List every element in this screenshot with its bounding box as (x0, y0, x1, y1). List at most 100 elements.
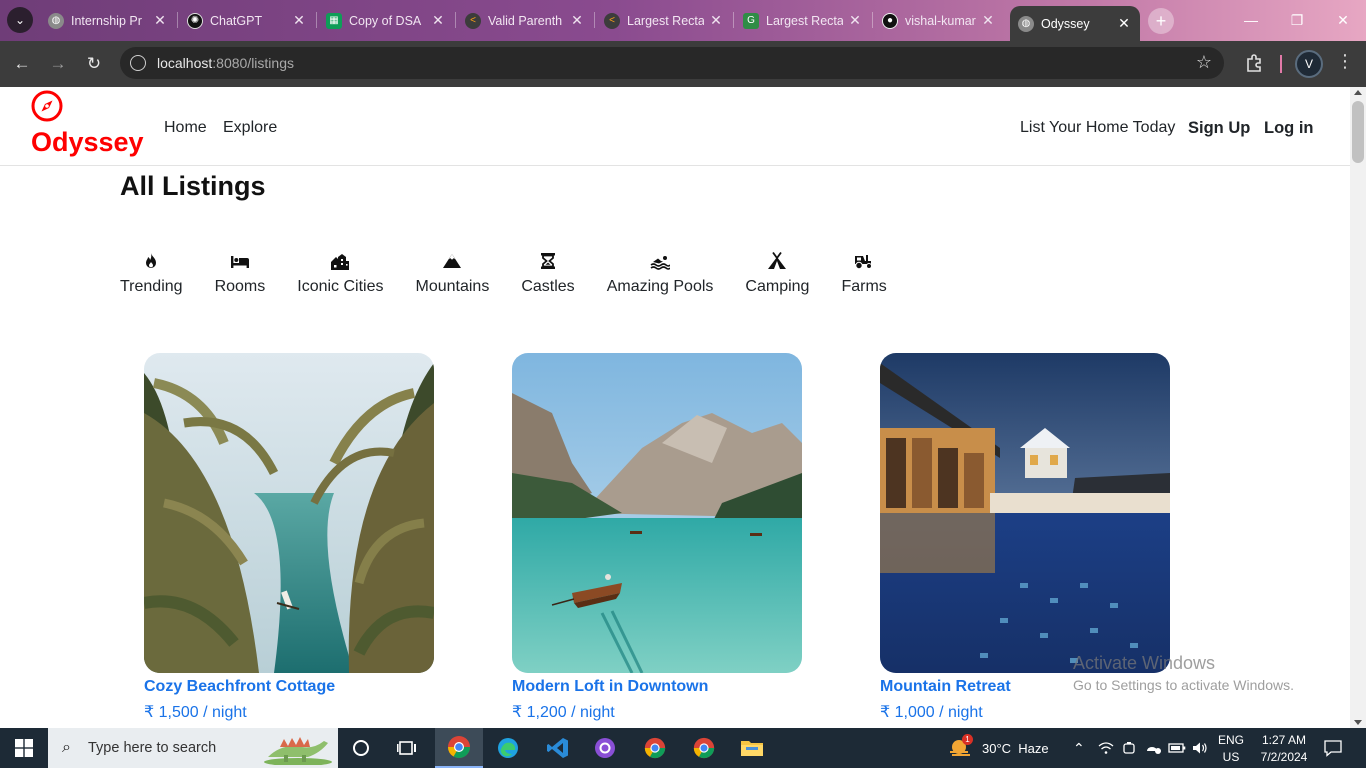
nav-explore-link[interactable]: Explore (223, 119, 277, 137)
windows-taskbar: ⌕ Type here to search 1 30°C Haze ⌃ ENG … (0, 728, 1366, 768)
chrome-icon (448, 736, 470, 758)
filter-farms[interactable]: Farms (841, 251, 887, 296)
tab-separator (872, 12, 873, 28)
weather-text: 30°C Haze (982, 740, 1049, 756)
wifi-icon[interactable] (1098, 728, 1114, 768)
taskbar-file-explorer[interactable] (729, 728, 775, 768)
filter-mountains[interactable]: Mountains (416, 251, 489, 296)
region-text: US (1222, 750, 1240, 764)
taskbar-search-box[interactable]: ⌕ Type here to search (48, 728, 338, 768)
listing-image[interactable] (144, 353, 434, 673)
restore-button[interactable]: ❐ (1274, 8, 1320, 32)
compass-icon (31, 90, 63, 122)
taskbar-vscode[interactable] (535, 728, 581, 768)
filter-castles[interactable]: Castles (521, 251, 575, 296)
battery-icon[interactable] (1168, 728, 1186, 768)
filter-label: Iconic Cities (297, 278, 384, 295)
castle-icon (541, 253, 555, 269)
page-scrollbar[interactable] (1350, 87, 1366, 728)
filter-label: Farms (841, 278, 887, 295)
taskbar-github-desktop[interactable] (582, 728, 628, 768)
close-icon[interactable]: ✕ (980, 12, 996, 29)
listing-title[interactable]: Modern Loft in Downtown (512, 678, 802, 696)
show-hidden-icons-button[interactable]: ⌃ (1073, 728, 1085, 768)
close-icon[interactable]: ✕ (847, 12, 863, 29)
close-icon[interactable]: ✕ (569, 12, 585, 29)
taskbar-edge[interactable] (485, 728, 531, 768)
listing-title[interactable]: Cozy Beachfront Cottage (144, 678, 434, 696)
close-window-button[interactable]: ✕ (1320, 8, 1366, 32)
extensions-icon[interactable] (1244, 53, 1266, 75)
start-button[interactable] (0, 728, 48, 768)
watermark-subtitle: Go to Settings to activate Windows. (1073, 677, 1294, 693)
new-tab-button[interactable]: + (1148, 8, 1174, 34)
weather-haze-icon: 1 (948, 734, 974, 759)
listing-card[interactable]: Cozy Beachfront Cottage ₹ 1,500 / night (144, 353, 434, 722)
leetcode-icon: < (465, 12, 481, 29)
dinosaur-icon (264, 737, 332, 765)
address-bar[interactable]: localhost:8080/listings ☆ (120, 47, 1224, 79)
close-icon[interactable]: ✕ (291, 12, 307, 29)
search-icon: ⌕ (62, 739, 71, 756)
notifications-button[interactable] (1324, 728, 1342, 768)
tab-search-button[interactable]: ⌄ (7, 7, 33, 33)
tab-title: Largest Recta (766, 13, 843, 28)
reload-button[interactable]: ↻ (81, 51, 107, 77)
clock[interactable]: 1:27 AM 7/2/2024 (1252, 733, 1316, 764)
toolbar-divider (1280, 55, 1282, 73)
search-placeholder: Type here to search (88, 740, 217, 756)
filter-amazing-pools[interactable]: Amazing Pools (607, 251, 713, 296)
taskbar-chrome[interactable] (681, 728, 727, 768)
tab-title: Largest Recta (627, 13, 704, 28)
filter-iconic-cities[interactable]: Iconic Cities (297, 251, 384, 296)
listing-image[interactable] (512, 353, 802, 673)
url-path: :8080/listings (212, 55, 294, 71)
language-indicator[interactable]: ENG US (1214, 733, 1248, 764)
browser-tab[interactable]: < Largest Recta ✕ (596, 7, 732, 34)
brand-link[interactable]: Odyssey (30, 89, 144, 157)
close-icon[interactable]: ✕ (1116, 15, 1132, 32)
task-view-button[interactable] (384, 728, 430, 768)
taskbar-chrome-profile-2[interactable] (632, 728, 678, 768)
browser-tab[interactable]: ▦ Copy of DSA ✕ (318, 7, 454, 34)
close-icon[interactable]: ✕ (708, 12, 724, 29)
filter-camping[interactable]: Camping (745, 251, 809, 296)
scroll-up-arrow-icon[interactable] (1354, 90, 1362, 95)
close-icon[interactable]: ✕ (430, 12, 446, 29)
filter-trending[interactable]: Trending (120, 251, 183, 296)
browser-toolbar: ← → ↻ localhost:8080/listings ☆ V ⋮ (0, 41, 1366, 87)
weather-widget[interactable]: 1 30°C Haze (948, 728, 1049, 768)
taskbar-chrome-profile-v[interactable] (435, 728, 483, 768)
browser-tab[interactable]: ✺ ChatGPT ✕ (179, 7, 315, 34)
nav-home-link[interactable]: Home (164, 119, 207, 137)
back-button[interactable]: ← (9, 51, 35, 77)
bookmark-star-icon[interactable]: ☆ (1196, 52, 1212, 73)
network-icon[interactable] (1144, 728, 1162, 768)
browser-tab[interactable]: ◍ Internship Pr ✕ (40, 7, 176, 34)
list-your-home-link[interactable]: List Your Home Today (1020, 119, 1175, 137)
filter-label: Castles (521, 278, 575, 295)
filter-rooms[interactable]: Rooms (215, 251, 265, 296)
hardware-icon[interactable] (1122, 728, 1136, 768)
volume-icon[interactable] (1192, 728, 1208, 768)
forward-button[interactable]: → (45, 51, 71, 77)
browser-menu-icon[interactable]: ⋮ (1336, 51, 1354, 72)
listing-image[interactable] (880, 353, 1170, 673)
login-link[interactable]: Log in (1264, 119, 1313, 138)
signup-link[interactable]: Sign Up (1188, 119, 1250, 138)
browser-tab[interactable]: ● vishal-kumar ✕ (874, 7, 1004, 34)
browser-tab[interactable]: < Valid Parenth ✕ (457, 7, 593, 34)
profile-avatar[interactable]: V (1295, 50, 1323, 78)
city-icon (331, 254, 350, 270)
browser-tab-active[interactable]: ◍ Odyssey ✕ (1010, 6, 1140, 41)
cortana-icon (353, 740, 369, 756)
minimize-button[interactable]: — (1228, 8, 1274, 32)
notification-icon (1324, 740, 1342, 757)
site-info-icon[interactable] (130, 55, 146, 71)
listing-card[interactable]: Modern Loft in Downtown ₹ 1,200 / night (512, 353, 802, 722)
scroll-thumb[interactable] (1352, 101, 1364, 163)
scroll-down-arrow-icon[interactable] (1354, 720, 1362, 725)
cortana-button[interactable] (338, 728, 384, 768)
browser-tab[interactable]: G Largest Recta ✕ (735, 7, 871, 34)
close-icon[interactable]: ✕ (152, 12, 168, 29)
